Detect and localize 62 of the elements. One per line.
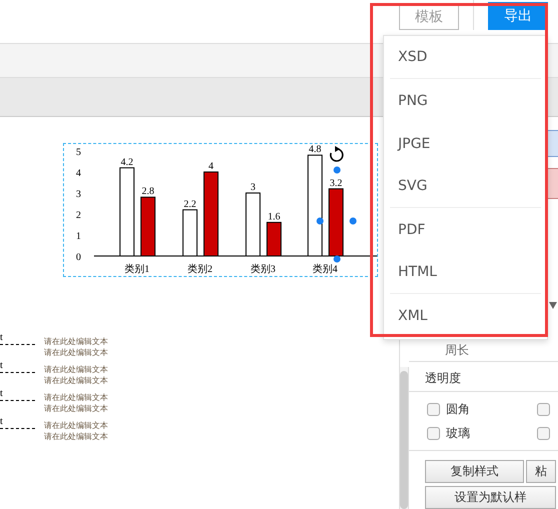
bar <box>140 196 156 256</box>
callout-text: 请在此处编辑文本 <box>44 375 108 386</box>
callout-text: 请在此处编辑文本 <box>44 336 108 347</box>
checkbox[interactable] <box>427 402 440 416</box>
menu-item[interactable]: XML <box>390 294 541 337</box>
axis-label: 3 <box>76 189 81 200</box>
bar <box>328 188 344 256</box>
copy-style-button[interactable]: 复制样式 <box>425 460 524 483</box>
menu-item[interactable]: SVG <box>390 165 541 208</box>
checkbox-label: 玻璃 <box>446 424 470 442</box>
data-label: 1.6 <box>268 211 280 222</box>
scrollbar[interactable] <box>400 367 409 509</box>
resize-handle[interactable] <box>350 218 356 224</box>
checkbox[interactable] <box>537 426 550 440</box>
bar <box>182 209 198 256</box>
chart-frame[interactable]: 0 1 2 3 4 5 4.2 2.2 3 4.8 2.8 4 1.6 3.2 类别1 类别2 类别3 类别4 <box>63 143 378 277</box>
checkbox[interactable] <box>427 426 440 440</box>
callout-text: 请在此处编辑文本 <box>44 364 108 375</box>
resize-handle[interactable] <box>334 256 340 262</box>
checkbox-label: 圆角 <box>446 400 470 418</box>
callout-text: 请在此处编辑文本 <box>44 347 108 358</box>
dropdown-arrow-icon[interactable] <box>549 302 557 309</box>
data-label: 4 <box>208 161 214 172</box>
menu-item[interactable]: XSD <box>390 36 541 79</box>
category-label: 类别4 <box>312 264 338 275</box>
data-label: 4.8 <box>308 144 322 156</box>
bar <box>246 192 260 256</box>
paste-style-button[interactable]: 粘 <box>526 460 556 483</box>
color-swatch[interactable] <box>547 130 558 157</box>
callout-text: 请在此处编辑文本 <box>44 420 108 431</box>
resize-handle[interactable] <box>316 218 324 224</box>
data-label: 2.2 <box>184 198 196 210</box>
data-label: 2.8 <box>142 186 154 198</box>
callout-label: t <box>0 417 35 429</box>
callout-label: t <box>0 361 35 373</box>
callout-label: t <box>0 389 35 401</box>
menu-item[interactable]: JPGE <box>390 122 541 165</box>
data-label: 4.2 <box>120 156 134 168</box>
callout-text: 请在此处编辑文本 <box>44 392 108 403</box>
category-label: 类别2 <box>188 264 212 275</box>
menu-item[interactable]: PDF <box>390 208 541 251</box>
section-label: 透明度 <box>409 362 558 392</box>
category-label: 类别1 <box>124 264 150 275</box>
callout-text: 请在此处编辑文本 <box>44 431 108 442</box>
menu-item[interactable]: HTML <box>390 251 541 294</box>
axis-label: 5 <box>76 147 81 158</box>
callout-label: t <box>0 333 35 345</box>
checkbox[interactable] <box>537 402 550 416</box>
color-swatch[interactable] <box>547 168 558 199</box>
rotate-handle-icon[interactable] <box>330 146 344 162</box>
set-default-button[interactable]: 设置为默认样 <box>425 486 556 509</box>
resize-handle[interactable] <box>334 166 340 174</box>
bar <box>266 222 282 256</box>
data-label: 3 <box>250 182 256 193</box>
data-label: 3.2 <box>330 178 342 189</box>
menu-item[interactable]: PNG <box>390 79 541 122</box>
axis-label: 0 <box>76 252 81 263</box>
axis-label: 1 <box>76 231 81 242</box>
axis-label: 2 <box>76 210 81 221</box>
category-label: 类别3 <box>250 264 276 275</box>
axis-label: 4 <box>76 168 81 179</box>
callout-text: 请在此处编辑文本 <box>44 403 108 414</box>
